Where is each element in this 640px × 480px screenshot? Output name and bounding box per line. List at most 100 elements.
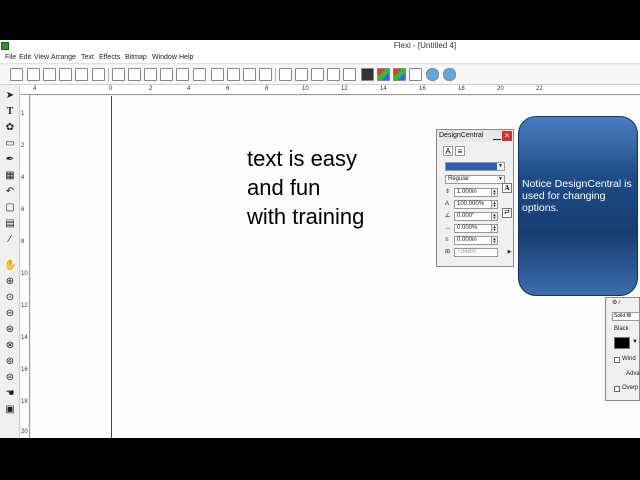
kerning-icon[interactable]: ⇄ xyxy=(502,208,512,218)
pan-icon[interactable]: ✋ xyxy=(4,260,16,272)
toolbar-separator xyxy=(108,68,109,82)
chevron-down-icon[interactable]: ▼ xyxy=(632,339,638,345)
horizontal-ruler: 4 0 2 4 6 8 10 12 14 16 18 20 22 xyxy=(20,85,640,95)
pointer-icon[interactable]: ➤ xyxy=(4,90,16,102)
undo-arrow-icon[interactable] xyxy=(243,68,256,81)
width-input[interactable]: 100.000% ▲ ▼ xyxy=(454,200,498,209)
minimize-icon[interactable] xyxy=(493,132,501,140)
color-picker-icon[interactable] xyxy=(393,68,406,81)
print-icon[interactable] xyxy=(92,68,105,81)
ungroup-icon[interactable] xyxy=(311,68,324,81)
eyedropper-icon[interactable]: ⁄ xyxy=(4,234,16,246)
node-icon[interactable]: ▦ xyxy=(4,170,16,182)
fill-panel: ⚙ ∕ Solid fill Black ▼ Wind Adva Overp xyxy=(605,297,640,401)
fill-color-swatch[interactable] xyxy=(614,337,630,349)
tab-paragraph[interactable]: ≡ xyxy=(455,146,465,156)
menu-view[interactable]: View xyxy=(34,52,49,64)
zoom-world-icon[interactable]: ⊜ xyxy=(4,372,16,384)
stepper-icon[interactable]: ▲ ▼ xyxy=(491,201,497,208)
crop-icon[interactable]: ▢ xyxy=(4,202,16,214)
ruler-label: 18 xyxy=(458,86,465,92)
save-all-icon[interactable] xyxy=(59,68,72,81)
zoom-out-icon[interactable]: ⊖ xyxy=(4,308,16,320)
print-tool-icon[interactable]: ▣ xyxy=(4,404,16,416)
zoom-fit-icon[interactable]: ⊚ xyxy=(4,356,16,368)
overprint-checkbox[interactable] xyxy=(614,386,620,392)
fill-icon[interactable] xyxy=(361,68,374,81)
cloud-upload-icon[interactable] xyxy=(443,68,456,81)
window-title: Flexi - [Untitled 4] xyxy=(393,41,457,50)
zoom-all-icon[interactable]: ⊗ xyxy=(4,340,16,352)
ruler-label: 20 xyxy=(21,429,28,435)
menu-edit[interactable]: Edit xyxy=(19,52,31,64)
zoom-page-icon[interactable]: ⊙ xyxy=(4,292,16,304)
font-style-select[interactable]: Regular ▼ xyxy=(445,175,505,184)
font-preview-icon[interactable]: A xyxy=(502,183,512,193)
wind-checkbox[interactable] xyxy=(614,357,620,363)
slant-input[interactable]: 0.000° ▲ ▼ xyxy=(454,212,498,221)
delete-icon[interactable] xyxy=(176,68,189,81)
zoom-in-icon[interactable]: ⊕ xyxy=(4,276,16,288)
open-icon[interactable] xyxy=(27,68,40,81)
size-row: ⇕ 1.000in ▲ ▼ xyxy=(445,188,507,197)
canvas-text-object[interactable]: text is easy and fun with training xyxy=(247,144,364,231)
ruler-label: 10 xyxy=(21,271,28,277)
menu-arrange[interactable]: Arrange xyxy=(51,52,76,64)
bitmap-icon[interactable]: ▤ xyxy=(4,218,16,230)
tab-text[interactable]: A xyxy=(443,146,453,156)
stepper-icon[interactable]: ▲ ▼ xyxy=(491,189,497,196)
zoom-selection-icon[interactable]: ⊛ xyxy=(4,324,16,336)
stepper-icon[interactable]: ▲ ▼ xyxy=(491,225,497,232)
menu-help[interactable]: Help xyxy=(179,52,193,64)
chevron-down-icon[interactable]: ▼ xyxy=(497,163,504,170)
font-name-select[interactable]: ▼ xyxy=(445,162,505,171)
pen-icon[interactable]: ✒ xyxy=(4,154,16,166)
spacing-input[interactable]: 0.000% ▲ ▼ xyxy=(454,224,498,233)
chevron-down-icon[interactable]: ▼ xyxy=(497,176,504,183)
align-icon[interactable] xyxy=(279,68,292,81)
curve-icon[interactable]: ↶ xyxy=(4,186,16,198)
print-preview-icon[interactable] xyxy=(75,68,88,81)
menu-window[interactable]: Window xyxy=(152,52,177,64)
new-icon[interactable] xyxy=(10,68,23,81)
chevron-right-icon[interactable]: ▶ xyxy=(506,249,513,256)
ruler-label: 2 xyxy=(21,143,25,149)
outline-icon[interactable] xyxy=(409,68,422,81)
extra-icon: ⊞ xyxy=(445,249,451,255)
menu-text[interactable]: Text xyxy=(81,52,94,64)
rectangle-icon[interactable]: ▭ xyxy=(4,138,16,150)
group-icon[interactable] xyxy=(295,68,308,81)
cloud-icon[interactable] xyxy=(426,68,439,81)
redo-icon[interactable] xyxy=(227,68,240,81)
stepper-icon[interactable]: ▲ ▼ xyxy=(491,213,497,220)
redo-arrow-icon[interactable] xyxy=(259,68,272,81)
ruler-label: 8 xyxy=(21,239,25,245)
zoom-icon[interactable] xyxy=(343,68,356,81)
color-fill-icon[interactable] xyxy=(377,68,390,81)
text-icon[interactable]: T xyxy=(4,106,16,118)
undo-icon[interactable] xyxy=(211,68,224,81)
copy-icon[interactable] xyxy=(128,68,141,81)
size-input[interactable]: 1.000in ▲ ▼ xyxy=(454,188,498,197)
fill-type-select[interactable]: Solid fill xyxy=(612,312,640,321)
paste-icon[interactable] xyxy=(144,68,157,81)
cut-icon[interactable] xyxy=(112,68,125,81)
hand-icon[interactable]: ☚ xyxy=(4,388,16,400)
stepper-icon[interactable]: ▲ ▼ xyxy=(491,237,497,244)
save-icon[interactable] xyxy=(43,68,56,81)
menu-effects[interactable]: Effects xyxy=(99,52,120,64)
transform-icon[interactable] xyxy=(193,68,206,81)
menu-file[interactable]: File xyxy=(5,52,16,64)
close-icon[interactable]: × xyxy=(502,131,512,141)
video-letterbox-bottom xyxy=(0,438,640,480)
menu-bitmap[interactable]: Bitmap xyxy=(125,52,147,64)
ruler-label: 20 xyxy=(497,86,504,92)
fill-tool-icon[interactable]: ⚙ ∕ xyxy=(612,299,620,306)
shape-icon[interactable]: ✿ xyxy=(4,122,16,134)
combine-icon[interactable] xyxy=(327,68,340,81)
advanced-button[interactable]: Adva xyxy=(626,371,640,377)
duplicate-icon[interactable] xyxy=(160,68,173,81)
ruler-label: 14 xyxy=(380,86,387,92)
extra-input[interactable]: T34Bm xyxy=(454,248,498,257)
offset-input[interactable]: 0.000in ▲ ▼ xyxy=(454,236,498,245)
